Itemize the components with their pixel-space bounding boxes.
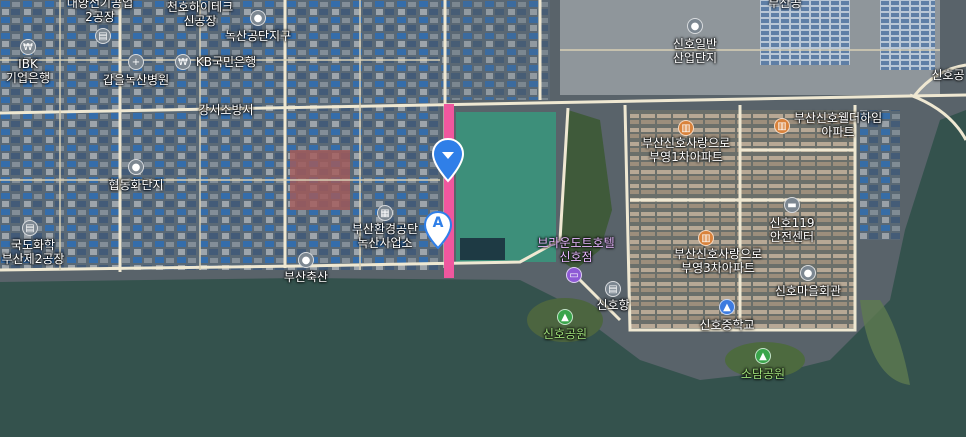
apartment-icon[interactable]: ▥ xyxy=(774,118,790,134)
map-label[interactable]: IBK 기업은행 xyxy=(6,57,50,85)
map-label[interactable]: 국도화학 부산제2공장 xyxy=(2,238,65,266)
map-label[interactable]: 신호일반 산업단지 xyxy=(673,37,717,65)
map-label[interactable]: 협동화단지 xyxy=(108,178,163,192)
place-icon[interactable]: ● xyxy=(687,18,703,34)
origin-pin-icon[interactable]: A xyxy=(423,210,453,250)
map-label[interactable]: 신호공 xyxy=(931,68,964,82)
map-label-hotel[interactable]: 브라운도트호텔 신호점 xyxy=(537,236,614,264)
water-tank xyxy=(460,238,505,260)
satellite-map[interactable] xyxy=(0,0,966,437)
map-label[interactable]: 갑을녹산병원 xyxy=(103,73,169,87)
map-label[interactable]: 부산환경공단 녹산사업소 xyxy=(352,222,418,250)
company-icon[interactable]: ▤ xyxy=(22,220,38,236)
map-label[interactable]: 부산신호웰더하임 아파트 xyxy=(794,111,882,139)
apartment-icon[interactable]: ▥ xyxy=(698,230,714,246)
bank-icon[interactable]: ₩ xyxy=(20,39,36,55)
bank-icon[interactable]: ₩ xyxy=(175,54,191,70)
place-icon[interactable]: ● xyxy=(800,265,816,281)
origin-pin-label: A xyxy=(432,215,444,231)
map-label[interactable]: 부산신호사랑으로 부영1차아파트 xyxy=(642,136,730,164)
map-label[interactable]: 신호마을회관 xyxy=(775,284,841,298)
map-label[interactable]: 신호중학교 xyxy=(699,318,754,332)
map-label[interactable]: 녹산공단지구 xyxy=(225,29,291,43)
destination-pin-icon[interactable] xyxy=(430,137,466,185)
map-label-park[interactable]: 신호공원 xyxy=(543,327,587,341)
company-icon[interactable]: ▤ xyxy=(95,28,111,44)
park-icon[interactable]: ▲ xyxy=(755,348,771,364)
map-label-park[interactable]: 소담공원 xyxy=(741,367,785,381)
hotel-icon[interactable]: ▭ xyxy=(566,267,582,283)
solar-roofs-2 xyxy=(880,0,935,70)
place-icon[interactable]: ● xyxy=(298,252,314,268)
hospital-icon[interactable]: + xyxy=(128,54,144,70)
place-icon[interactable]: ● xyxy=(128,159,144,175)
map-label[interactable]: KB국민은행 xyxy=(196,55,256,69)
map-label[interactable]: 부산신호사랑으로 부영3차아파트 xyxy=(674,247,762,275)
map-label[interactable]: 천호하이테크 신공장 xyxy=(167,0,233,28)
port-icon[interactable]: ▤ xyxy=(605,281,621,297)
office-icon[interactable]: ▦ xyxy=(377,205,393,221)
industrial-area-2 xyxy=(440,0,550,100)
map-label[interactable]: 부산축산 xyxy=(284,270,328,284)
map-label[interactable]: 대양전기공업 2공장 xyxy=(67,0,133,24)
map-label[interactable]: 신호항 xyxy=(596,298,629,312)
apartment-icon[interactable]: ▥ xyxy=(678,120,694,136)
map-label[interactable]: 신호119 안전센터 xyxy=(770,216,815,244)
company-icon[interactable]: ● xyxy=(250,10,266,26)
map-label[interactable]: 부산공 xyxy=(768,0,801,10)
fire-station-icon[interactable]: ▬ xyxy=(784,197,800,213)
park-icon[interactable]: ▲ xyxy=(557,309,573,325)
school-icon[interactable]: ▲ xyxy=(719,299,735,315)
map-label[interactable]: 강서소방서 xyxy=(198,103,253,117)
